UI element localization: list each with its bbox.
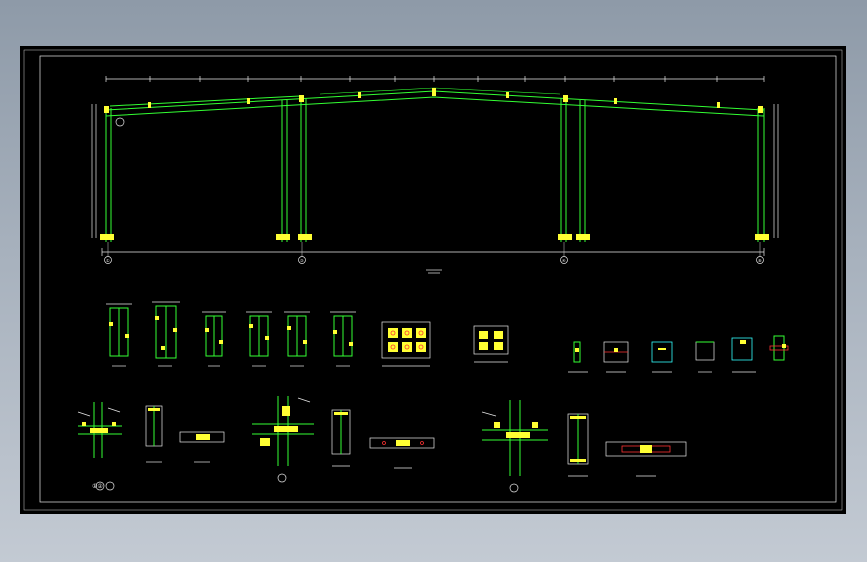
grid-marker-1-label: ① [106, 258, 110, 263]
grid-marker-3: ③ [298, 256, 306, 264]
base-plate-plan-small [473, 325, 509, 363]
grid-marker-4: ④ [560, 256, 568, 264]
inner-frame [39, 55, 837, 503]
base-detail-row [106, 301, 789, 373]
grid-marker-3-label: ③ [300, 258, 304, 263]
grid-marker-8: ⑧ [756, 256, 764, 264]
knee-joint-detail-left [77, 402, 122, 458]
knee-joint-detail-right [481, 400, 548, 476]
detail-caption-label: ①② [92, 483, 103, 490]
outer-frame [23, 49, 843, 511]
rafter-splice-markers [104, 88, 763, 113]
cad-drawing: ① ③ ④ ⑧ ①② [23, 49, 843, 511]
connection-details-row: ①② [77, 396, 687, 493]
grid-marker-4-label: ④ [562, 258, 566, 263]
grid-marker-8-label: ⑧ [758, 258, 762, 263]
detail-caption: ①② [92, 481, 115, 491]
portal-frame-elevation: ① ③ ④ ⑧ [91, 76, 779, 274]
columns [105, 98, 765, 242]
grid-marker-1: ① [104, 256, 112, 264]
drawing-sheet: ① ③ ④ ⑧ ①② [20, 46, 846, 514]
base-plate-plan [381, 321, 431, 367]
knee-joint-detail-middle [252, 396, 314, 466]
column-base-plates [100, 234, 769, 240]
